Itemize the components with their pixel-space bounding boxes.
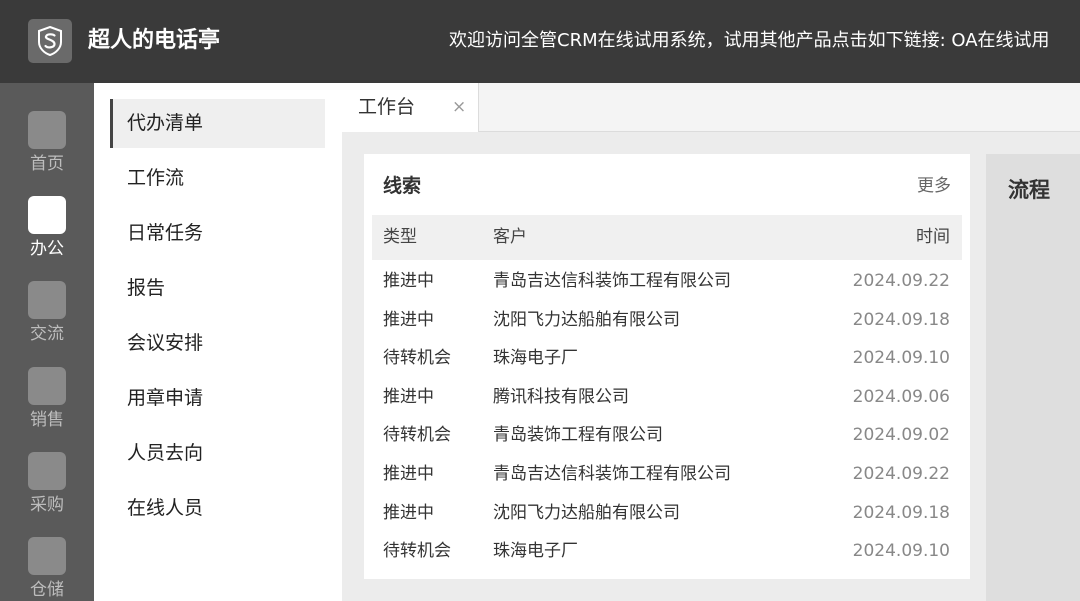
close-icon[interactable]: ×	[452, 96, 466, 118]
table-row[interactable]: 推进中 沈阳飞力达船舶有限公司 2024.09.18	[372, 494, 962, 532]
rail-item-office[interactable]: 办公	[0, 196, 94, 276]
cell-type: 推进中	[383, 464, 434, 484]
tab-bar: 工作台 ×	[342, 83, 1080, 132]
more-link[interactable]: 更多	[917, 175, 951, 197]
home-icon	[28, 111, 66, 149]
submenu-item-reports[interactable]: 报告	[110, 264, 325, 313]
submenu-item-online-users[interactable]: 在线人员	[110, 484, 325, 533]
cell-type: 推进中	[383, 310, 434, 330]
sales-icon	[28, 367, 66, 405]
table-row[interactable]: 推进中 腾讯科技有限公司 2024.09.06	[372, 378, 962, 416]
cell-type: 推进中	[383, 387, 434, 407]
top-header: 超人的电话亭 欢迎访问全管CRM在线试用系统，试用其他产品点击如下链接: OA在…	[0, 0, 1080, 83]
office-submenu: 代办清单 工作流 日常任务 报告 会议安排 用章申请 人员去向 在线人员	[94, 83, 342, 601]
cell-type: 待转机会	[383, 425, 451, 445]
module-rail: 首页 办公 交流 销售 采购 仓储	[0, 83, 94, 601]
cell-customer: 青岛吉达信科装饰工程有限公司	[493, 464, 731, 484]
column-header-type: 类型	[383, 227, 417, 247]
process-card: 流程	[986, 154, 1080, 601]
office-icon	[28, 196, 66, 234]
cell-time: 2024.09.10	[852, 541, 950, 561]
app-name: 超人的电话亭	[88, 28, 221, 53]
table-header: 类型 客户 时间	[372, 215, 962, 260]
cell-type: 推进中	[383, 271, 434, 291]
card-title: 流程	[1008, 178, 1050, 202]
tab-label: 工作台	[358, 96, 416, 118]
s-logo-icon[interactable]	[28, 19, 72, 63]
table-row[interactable]: 待转机会 青岛装饰工程有限公司 2024.09.02	[372, 416, 962, 454]
submenu-item-whereabouts[interactable]: 人员去向	[110, 429, 325, 478]
table-row[interactable]: 待转机会 珠海电子厂 2024.09.10	[372, 339, 962, 377]
submenu-item-workflow[interactable]: 工作流	[110, 154, 325, 203]
cell-type: 待转机会	[383, 348, 451, 368]
column-header-customer: 客户	[493, 227, 527, 247]
column-header-time: 时间	[916, 227, 950, 247]
cell-customer: 腾讯科技有限公司	[493, 387, 629, 407]
rail-item-label: 销售	[30, 410, 64, 430]
submenu-item-daily-tasks[interactable]: 日常任务	[110, 209, 325, 258]
cell-time: 2024.09.22	[852, 271, 950, 291]
cell-time: 2024.09.02	[852, 425, 950, 445]
table-row[interactable]: 推进中 沈阳飞力达船舶有限公司 2024.09.18	[372, 301, 962, 339]
tab-workbench[interactable]: 工作台 ×	[342, 83, 479, 132]
submenu-item-seal-request[interactable]: 用章申请	[110, 374, 325, 423]
rail-item-sales[interactable]: 销售	[0, 367, 94, 447]
cell-time: 2024.09.22	[852, 464, 950, 484]
cell-time: 2024.09.10	[852, 348, 950, 368]
submenu-item-todo[interactable]: 代办清单	[110, 99, 325, 148]
cell-time: 2024.09.18	[852, 310, 950, 330]
leads-card: 线索 更多 类型 客户 时间 推进中 青岛吉达信科装饰工程有限公司 2024.0…	[364, 154, 970, 579]
cell-time: 2024.09.18	[852, 503, 950, 523]
rail-item-chat[interactable]: 交流	[0, 281, 94, 361]
rail-item-label: 办公	[30, 239, 64, 259]
s-logo-glyph	[38, 26, 62, 56]
cell-customer: 珠海电子厂	[493, 348, 578, 368]
cell-customer: 沈阳飞力达船舶有限公司	[493, 503, 680, 523]
rail-item-label: 首页	[30, 154, 64, 174]
cell-type: 推进中	[383, 503, 434, 523]
rail-item-purchase[interactable]: 采购	[0, 452, 94, 532]
main-content: 工作台 × 线索 更多 类型 客户 时间 推进中 青岛吉达信科装饰工程有限公司 …	[342, 83, 1080, 601]
table-row[interactable]: 推进中 青岛吉达信科装饰工程有限公司 2024.09.22	[372, 262, 962, 300]
warehouse-icon	[28, 537, 66, 575]
chat-icon	[28, 281, 66, 319]
cell-customer: 珠海电子厂	[493, 541, 578, 561]
table-row[interactable]: 待转机会 珠海电子厂 2024.09.10	[372, 532, 962, 570]
rail-item-label: 采购	[30, 495, 64, 515]
card-title: 线索	[383, 175, 422, 197]
rail-item-label: 仓储	[30, 580, 64, 600]
cell-time: 2024.09.06	[852, 387, 950, 407]
purchase-icon	[28, 452, 66, 490]
rail-item-label: 交流	[30, 324, 64, 344]
table-row[interactable]: 推进中 青岛吉达信科装饰工程有限公司 2024.09.22	[372, 455, 962, 493]
cell-customer: 沈阳飞力达船舶有限公司	[493, 310, 680, 330]
cell-customer: 青岛装饰工程有限公司	[493, 425, 663, 445]
rail-item-home[interactable]: 首页	[0, 111, 94, 191]
cell-type: 待转机会	[383, 541, 451, 561]
submenu-item-meetings[interactable]: 会议安排	[110, 319, 325, 368]
rail-item-warehouse[interactable]: 仓储	[0, 537, 94, 601]
notice-marquee[interactable]: 欢迎访问全管CRM在线试用系统，试用其他产品点击如下链接: OA在线试用	[449, 28, 1050, 54]
cell-customer: 青岛吉达信科装饰工程有限公司	[493, 271, 731, 291]
